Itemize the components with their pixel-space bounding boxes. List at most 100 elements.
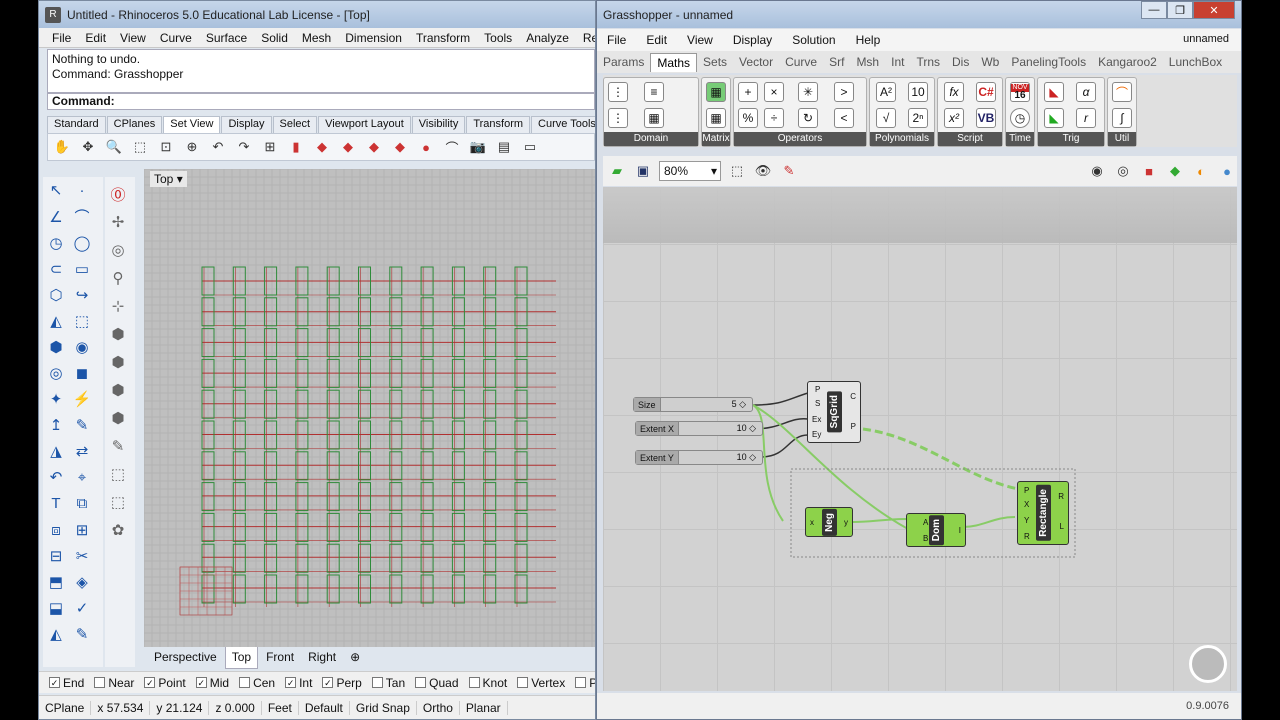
gh-tab[interactable]: Trns — [910, 53, 946, 71]
tool-icon[interactable]: ⊂ — [43, 256, 69, 282]
tool-icon[interactable]: ⊹ — [105, 293, 131, 319]
tool-icon[interactable]: ◈ — [69, 569, 95, 595]
menu-item[interactable]: Edit — [78, 31, 113, 45]
viewport-label[interactable]: Top ▾ — [150, 171, 187, 187]
power-of-2-icon[interactable]: 2ⁿ — [908, 108, 928, 128]
tool-icon[interactable]: ⧈ — [43, 517, 69, 543]
tool-icon[interactable]: ✿ — [105, 517, 131, 543]
osnap-checkbox[interactable]: ✓ — [322, 677, 334, 688]
radius-icon[interactable]: r — [1076, 108, 1096, 128]
tool-icon[interactable]: ▭ — [69, 256, 95, 282]
tool-icon[interactable]: ◎ — [105, 237, 131, 263]
osnap-checkbox[interactable] — [517, 677, 529, 688]
viewport-tab[interactable]: Front — [260, 647, 300, 669]
menu-item[interactable]: Solid — [254, 31, 295, 45]
tool-icon[interactable]: ✎ — [105, 433, 131, 459]
power-of-10-icon[interactable]: 10 — [908, 82, 928, 102]
gh-tab[interactable]: Wb — [975, 53, 1005, 71]
undo-view-icon[interactable]: ↶ — [208, 137, 228, 157]
toolbar-tab[interactable]: Set View — [163, 116, 221, 133]
gh-menu-item[interactable]: Display — [723, 33, 782, 47]
construct-domain-component[interactable]: Dom A B I — [906, 513, 966, 547]
menu-item[interactable]: Surface — [199, 31, 254, 45]
zoom-extents-icon[interactable]: ⬚ — [727, 161, 747, 181]
menu-item[interactable]: Curve — [153, 31, 199, 45]
tool-icon[interactable]: ⬚ — [105, 489, 131, 515]
extent-x-slider[interactable]: Extent X 10 ◇ — [635, 421, 763, 436]
power-icon[interactable]: A² — [876, 82, 896, 102]
osnap-checkbox[interactable] — [239, 677, 251, 688]
tool-icon[interactable]: ⬒ — [43, 569, 69, 595]
division-icon[interactable]: ÷ — [764, 108, 784, 128]
maximize-icon[interactable]: ❐ — [1167, 1, 1193, 19]
alpha-icon[interactable]: α — [1076, 82, 1096, 102]
viewport-tab[interactable]: Right — [302, 647, 342, 669]
toolbar-tab[interactable]: Visibility — [411, 116, 466, 133]
gh-tab[interactable]: Sets — [697, 53, 733, 71]
mass-addition-icon[interactable]: ✳ — [798, 82, 818, 102]
command-input[interactable]: Command: — [47, 93, 595, 110]
close-icon[interactable]: ✕ — [1193, 1, 1235, 19]
tool-icon[interactable]: ↖ — [43, 177, 69, 203]
gh-tab[interactable]: Msh — [850, 53, 885, 71]
tool-icon[interactable]: ✂ — [69, 543, 95, 569]
status-field[interactable]: Feet — [262, 700, 299, 715]
wireframe-icon[interactable]: ◎ — [1113, 161, 1133, 181]
tool-icon[interactable]: ⬢ — [105, 377, 131, 403]
tool-icon[interactable]: ✓ — [69, 595, 95, 621]
tool-icon[interactable]: ↶ — [43, 464, 69, 490]
tool-icon[interactable]: ◮ — [43, 438, 69, 464]
tool-icon[interactable]: ⓪ — [105, 181, 131, 207]
osnap-cen[interactable]: Cen — [239, 676, 275, 690]
toolbar-tab[interactable]: Select — [272, 116, 318, 133]
osnap-checkbox[interactable]: ✓ — [144, 677, 156, 688]
gh-tab[interactable]: PanelingTools — [1005, 53, 1092, 71]
osnap-checkbox[interactable] — [371, 677, 383, 688]
gh-tab[interactable]: Curve — [779, 53, 823, 71]
menu-item[interactable]: Render — [576, 31, 595, 45]
domain-icon[interactable]: ⋮ — [608, 82, 628, 102]
evaluate-icon[interactable]: x² — [944, 108, 964, 128]
gh-tab[interactable]: Vector — [733, 53, 779, 71]
gh-tab[interactable]: Srf — [823, 53, 850, 71]
integral-icon[interactable]: ∫ — [1112, 108, 1132, 128]
tool-icon[interactable]: ✢ — [105, 209, 131, 235]
rotate-icon[interactable]: ✥ — [78, 137, 98, 157]
gh-tab[interactable]: Maths — [650, 52, 698, 72]
gh-tab[interactable]: Kangaroo2 — [1092, 53, 1163, 71]
osnap-mid[interactable]: ✓ Mid — [195, 676, 229, 690]
status-field[interactable]: Ortho — [417, 700, 460, 715]
menu-item[interactable]: Mesh — [295, 31, 338, 45]
cplane-icon[interactable]: ▮ — [286, 137, 306, 157]
triangle-icon[interactable]: ◣ — [1044, 82, 1064, 102]
add-viewport-icon[interactable]: ⊕ — [344, 647, 366, 669]
open-file-icon[interactable]: ▰ — [607, 161, 627, 181]
tool-icon[interactable]: ✎ — [69, 621, 95, 647]
toolbar-tab[interactable]: Curve Tools — [531, 116, 595, 133]
calendar-icon[interactable]: NOV 16 — [1010, 82, 1030, 102]
sphere-icon[interactable]: ● — [1217, 161, 1237, 181]
tool-icon[interactable]: ◭ — [43, 308, 69, 334]
tool-icon[interactable]: ⬢ — [105, 405, 131, 431]
viewport-icon[interactable]: ⊞ — [260, 137, 280, 157]
status-field[interactable]: Planar — [460, 700, 508, 715]
osnap-checkbox[interactable] — [415, 677, 427, 688]
osnap-checkbox[interactable] — [468, 677, 480, 688]
preview-icon[interactable]: 👁 — [753, 161, 773, 181]
tool-icon[interactable]: T — [43, 491, 69, 517]
menu-item[interactable]: Analyze — [519, 31, 576, 45]
save-file-icon[interactable]: ▣ — [633, 161, 653, 181]
gh-tab[interactable]: Dis — [946, 53, 975, 71]
car-icon[interactable]: ◆ — [338, 137, 358, 157]
status-field[interactable]: x 57.534 — [91, 700, 151, 715]
square-root-icon[interactable]: √ — [876, 108, 896, 128]
osnap-checkbox[interactable]: ✓ — [195, 677, 207, 688]
car-icon[interactable]: ◆ — [312, 137, 332, 157]
sqgrid-component[interactable]: SqGrid P S Ex Ey C P — [807, 381, 861, 443]
zoom-icon[interactable]: 🔍 — [104, 137, 124, 157]
osnap-tan[interactable]: Tan — [371, 676, 405, 690]
tool-icon[interactable]: ◷ — [43, 230, 69, 256]
viewport-tab[interactable]: Top — [224, 647, 259, 669]
camera-icon[interactable]: 📷 — [468, 137, 488, 157]
menu-item[interactable]: Dimension — [338, 31, 409, 45]
